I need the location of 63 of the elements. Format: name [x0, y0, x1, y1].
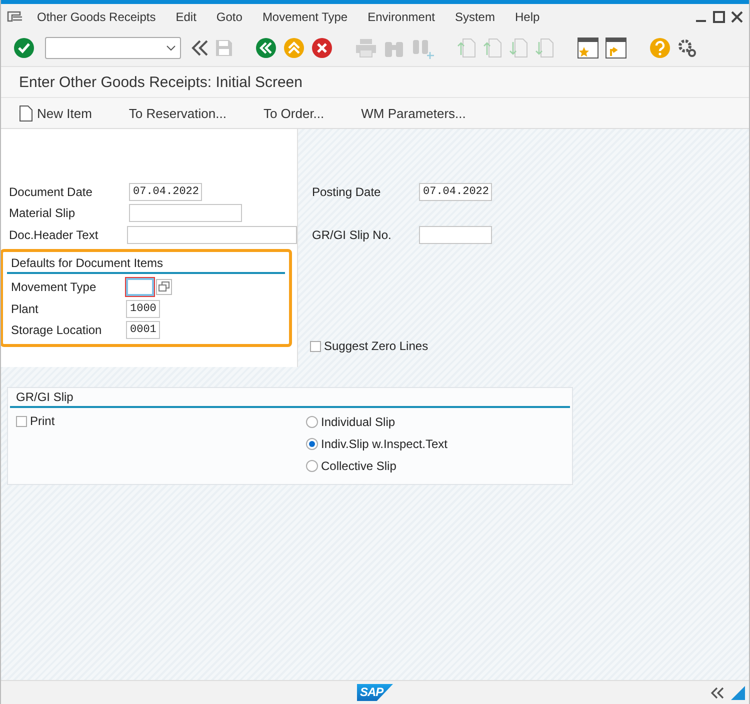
maximize-icon[interactable]	[713, 11, 725, 23]
menu-item[interactable]: System	[444, 10, 505, 24]
close-icon[interactable]	[731, 11, 743, 23]
input-field[interactable]: 07.04.2022	[419, 182, 492, 201]
input-field[interactable]: 0001	[126, 321, 160, 340]
input-field[interactable]	[129, 204, 242, 222]
field-label: Storage Location	[10, 323, 103, 338]
radio-button[interactable]	[306, 460, 318, 472]
field-label: Plant	[10, 302, 40, 316]
group-title: GR/GI Slip	[10, 388, 570, 408]
last-page-icon[interactable]	[535, 37, 555, 59]
input-field[interactable]	[126, 226, 297, 244]
save-icon[interactable]	[215, 39, 233, 57]
menu-item[interactable]: Environment	[358, 10, 445, 24]
page-icon	[19, 104, 33, 122]
double-chevron-icon[interactable]	[711, 687, 725, 699]
field-label: Posting Date	[311, 184, 382, 199]
field-label: Movement Type	[10, 280, 98, 294]
resize-grip-icon[interactable]	[731, 686, 745, 700]
field-label: Material Slip	[8, 206, 76, 220]
checkbox[interactable]	[310, 340, 321, 352]
radio-label: Indiv.Slip w.Inspect.Text	[321, 437, 448, 451]
back-icon[interactable]	[255, 37, 277, 59]
toolbar-button[interactable]: To Reservation...	[128, 106, 226, 120]
field-label: GR/GI Slip No.	[311, 228, 392, 242]
radio-label: Individual Slip	[321, 415, 396, 429]
input-field[interactable]: 1000	[126, 300, 160, 318]
toolbar-button[interactable]: To Order...	[263, 106, 324, 120]
menu-item[interactable]: Edit	[166, 10, 206, 24]
radio-button[interactable]	[306, 416, 318, 428]
field-label: Doc.Header Text	[8, 228, 100, 242]
checkmark-icon[interactable]	[13, 37, 35, 59]
menu-item[interactable]: Goto	[206, 10, 252, 24]
group-title: Defaults for Document Items	[7, 254, 285, 274]
value-help-icon[interactable]	[156, 279, 172, 296]
double-chevron-icon[interactable]	[191, 39, 209, 57]
menu-icon[interactable]	[7, 10, 23, 24]
checkbox-label: Print	[30, 414, 55, 428]
help-icon[interactable]	[649, 37, 671, 59]
input-field[interactable]	[126, 278, 154, 296]
command-field[interactable]	[45, 37, 181, 59]
input-field[interactable]	[419, 226, 492, 244]
caret-icon[interactable]	[166, 45, 176, 51]
up-icon[interactable]	[283, 37, 305, 59]
next-page-icon[interactable]	[509, 37, 529, 59]
toolbar-button[interactable]: WM Parameters...	[361, 106, 466, 120]
logo: SAP	[357, 684, 393, 701]
previous-page-icon[interactable]	[483, 37, 503, 59]
menu-item[interactable]: Movement Type	[252, 10, 358, 24]
field-label: Document Date	[8, 184, 94, 199]
settings-icon[interactable]	[677, 38, 697, 58]
checkbox[interactable]	[16, 416, 27, 426]
screen-title: Enter Other Goods Receipts: Initial Screen	[19, 74, 302, 90]
printer-icon[interactable]	[355, 38, 377, 58]
radio-label: Collective Slip	[321, 459, 396, 473]
menu-item[interactable]: Help	[504, 10, 550, 24]
input-field[interactable]: 07.04.2022	[129, 182, 202, 201]
checkbox-label: Suggest Zero Lines	[324, 339, 428, 353]
menu-item[interactable]: Other Goods Receipts	[27, 10, 166, 24]
new-item-button[interactable]: New Item	[19, 104, 92, 122]
first-page-icon[interactable]	[457, 37, 477, 59]
cancel-icon[interactable]	[311, 37, 333, 59]
radio-button[interactable]	[306, 438, 318, 450]
